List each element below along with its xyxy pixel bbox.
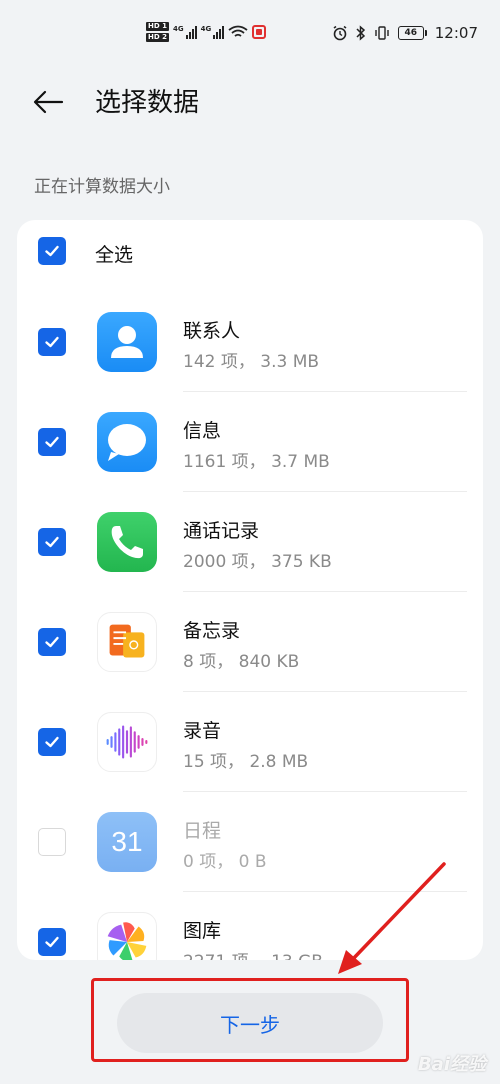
signal-2-icon: 4G	[201, 25, 225, 39]
notepad-icon	[97, 612, 157, 672]
item-name: 图库	[183, 920, 222, 942]
contacts-checkbox[interactable]	[38, 328, 66, 356]
item-name: 信息	[183, 420, 222, 442]
list-item-notepad[interactable]: 备忘录 8 项， 840 KB	[17, 612, 483, 712]
notepad-checkbox[interactable]	[38, 628, 66, 656]
check-icon	[45, 536, 59, 548]
list-item-gallery[interactable]: 图库 2271 项， 13 GB	[17, 912, 483, 960]
wifi-icon	[228, 25, 248, 37]
recorder-icon	[97, 712, 157, 772]
hd-1-icon: HD 1	[146, 22, 169, 31]
check-icon	[45, 936, 59, 948]
item-name: 录音	[183, 720, 222, 742]
hd-indicators: HD 1 HD 2	[146, 22, 169, 42]
check-icon	[45, 436, 59, 448]
back-button[interactable]	[30, 84, 66, 120]
calendar-day: 31	[111, 826, 143, 857]
check-icon	[45, 336, 59, 348]
calculating-status: 正在计算数据大小	[34, 177, 170, 197]
divider	[183, 691, 467, 692]
list-item-recorder[interactable]: 录音 15 项， 2.8 MB	[17, 712, 483, 812]
next-step-button[interactable]: 下一步	[117, 993, 383, 1053]
item-name: 联系人	[183, 320, 241, 342]
divider	[183, 591, 467, 592]
calendar-icon: 31	[97, 812, 157, 872]
notification-app-icon	[252, 25, 267, 39]
list-item-contacts[interactable]: 联系人 142 项， 3.3 MB	[17, 312, 483, 412]
list-item-messages[interactable]: 信息 1161 项， 3.7 MB	[17, 412, 483, 512]
back-arrow-icon	[33, 90, 64, 114]
item-meta: 15 项， 2.8 MB	[183, 752, 309, 772]
gallery-icon	[97, 912, 157, 960]
page-title: 选择数据	[95, 88, 200, 118]
battery-level: 46	[404, 28, 418, 38]
header: 选择数据	[0, 72, 500, 132]
battery-icon: 46	[397, 26, 427, 40]
messages-checkbox[interactable]	[38, 428, 66, 456]
alarm-icon	[333, 25, 347, 41]
check-icon	[45, 636, 59, 648]
calendar-checkbox[interactable]	[38, 828, 66, 856]
divider	[183, 491, 467, 492]
item-meta: 8 项， 840 KB	[183, 652, 300, 672]
hd-2-icon: HD 2	[146, 33, 169, 42]
select-all-label: 全选	[95, 244, 134, 266]
status-right: 46 12:07	[332, 24, 478, 42]
divider	[183, 891, 467, 892]
item-meta: 142 项， 3.3 MB	[183, 352, 320, 372]
divider	[183, 791, 467, 792]
select-all-checkbox[interactable]	[38, 237, 66, 265]
status-bar: HD 1 HD 2 4G 4G 46 12:07	[0, 0, 500, 72]
call-log-checkbox[interactable]	[38, 528, 66, 556]
data-list-card: 全选 联系人 142 项， 3.3 MB 信息 1161 项， 3.7 MB 通…	[17, 220, 483, 960]
list-item-calendar[interactable]: 31 日程 0 项， 0 B	[17, 812, 483, 912]
select-all-row[interactable]: 全选	[17, 220, 483, 290]
check-icon	[45, 245, 59, 257]
phone-icon	[97, 512, 157, 572]
gallery-checkbox[interactable]	[38, 928, 66, 956]
item-name: 备忘录	[183, 620, 241, 642]
messages-icon	[97, 412, 157, 472]
bluetooth-icon	[356, 25, 365, 41]
item-meta: 1161 项， 3.7 MB	[183, 452, 330, 472]
clock: 12:07	[434, 24, 478, 42]
watermark: Bai经验	[417, 1054, 486, 1075]
check-icon	[45, 736, 59, 748]
item-meta: 2000 项， 375 KB	[183, 552, 332, 572]
contacts-icon	[97, 312, 157, 372]
list-item-call-log[interactable]: 通话记录 2000 项， 375 KB	[17, 512, 483, 612]
item-name: 通话记录	[183, 520, 260, 542]
recorder-checkbox[interactable]	[38, 728, 66, 756]
vibrate-icon	[375, 26, 389, 40]
divider	[183, 391, 467, 392]
status-left: HD 1 HD 2 4G 4G	[146, 22, 267, 42]
item-name: 日程	[183, 820, 222, 842]
signal-1-icon: 4G	[173, 25, 197, 39]
item-meta: 2271 项， 13 GB	[183, 947, 323, 960]
item-meta: 0 项， 0 B	[183, 852, 267, 872]
